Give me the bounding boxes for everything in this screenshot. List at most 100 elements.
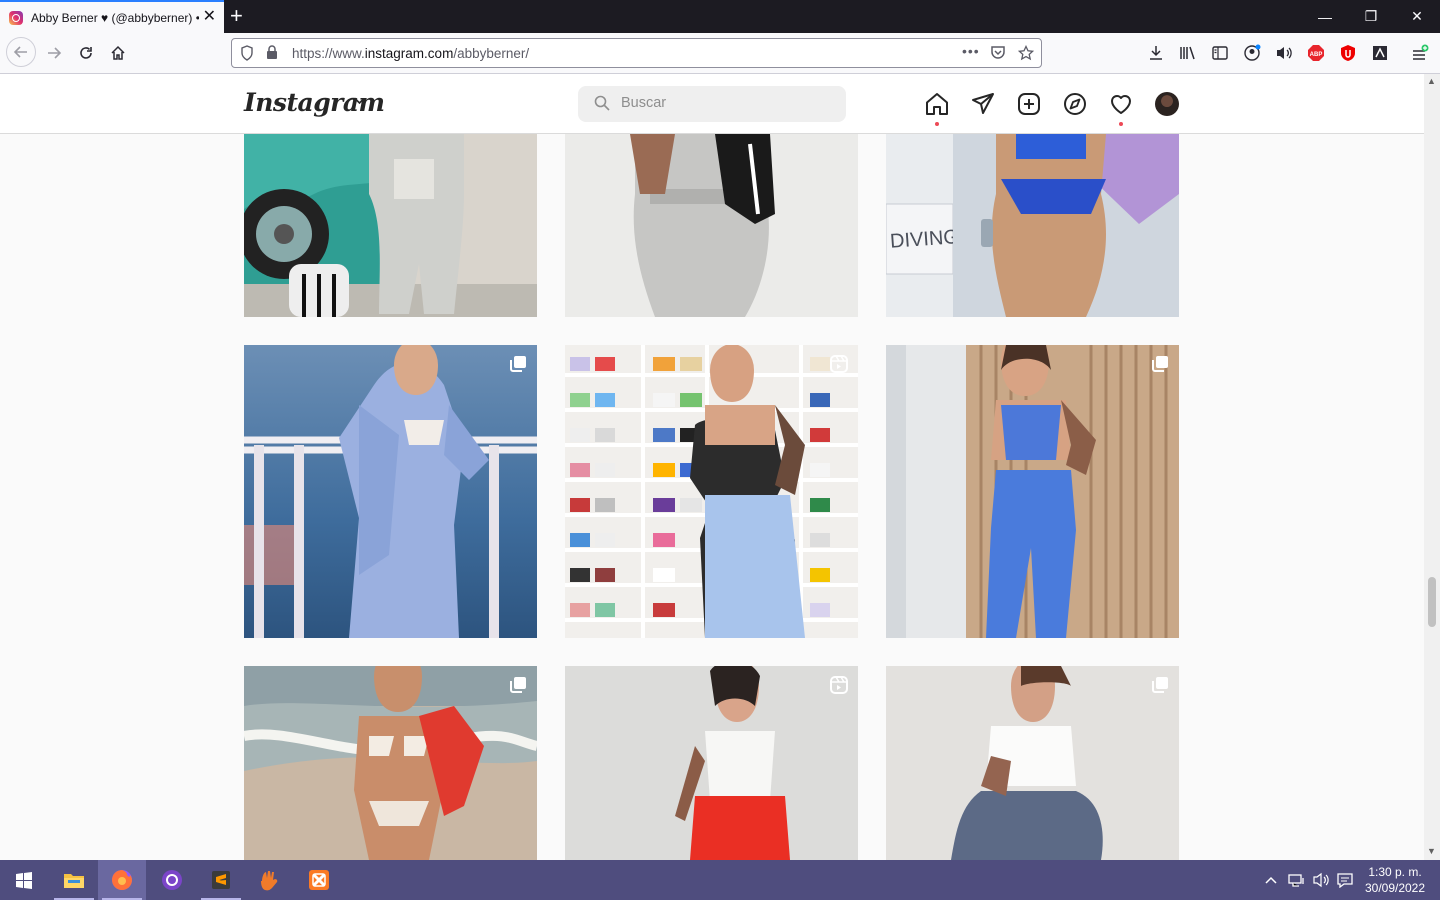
profile-avatar[interactable] xyxy=(1155,92,1179,116)
active-tab[interactable]: Abby Berner ♥ (@abbyberner) • Fotos y vi… xyxy=(0,0,224,33)
home-button[interactable] xyxy=(104,39,132,67)
post-image xyxy=(565,345,858,638)
search-icon xyxy=(594,95,610,111)
arrow-right-icon xyxy=(48,47,62,59)
adblock-plus-icon[interactable]: ABP xyxy=(1304,41,1328,65)
post-thumbnail[interactable] xyxy=(244,666,537,860)
taskbar-sublime-text[interactable] xyxy=(197,860,245,900)
clock-date: 30/09/2022 xyxy=(1364,881,1426,895)
notification-dot xyxy=(935,122,939,126)
instagram-favicon-icon xyxy=(9,10,23,25)
back-button[interactable] xyxy=(6,37,36,67)
reel-icon xyxy=(830,355,848,373)
tracking-shield-icon[interactable] xyxy=(240,45,254,64)
sublime-text-icon xyxy=(212,871,230,889)
nav-new-post[interactable] xyxy=(1016,91,1042,117)
library-icon[interactable] xyxy=(1176,41,1200,65)
lock-icon[interactable] xyxy=(266,45,278,63)
nav-direct[interactable] xyxy=(970,91,996,117)
post-thumbnail[interactable] xyxy=(565,134,858,317)
direct-message-icon xyxy=(972,93,994,114)
pocket-icon[interactable] xyxy=(990,45,1006,63)
network-icon[interactable] xyxy=(1288,860,1306,900)
post-thumbnail[interactable] xyxy=(244,345,537,638)
search-box[interactable] xyxy=(578,86,846,122)
post-thumbnail[interactable] xyxy=(244,134,537,317)
post-thumbnail[interactable]: DIVING xyxy=(886,134,1179,317)
nav-explore[interactable] xyxy=(1062,91,1088,117)
post-thumbnail[interactable] xyxy=(565,666,858,860)
page-scrollbar[interactable]: ▲ ▼ xyxy=(1424,74,1440,860)
tray-overflow-icon[interactable] xyxy=(1264,860,1278,900)
post-image xyxy=(244,134,537,317)
taskbar-file-explorer[interactable] xyxy=(50,860,98,900)
taskbar-xampp[interactable] xyxy=(295,860,343,900)
heart-icon xyxy=(1111,95,1131,114)
browser-tab-strip: Abby Berner ♥ (@abbyberner) • Fotos y vi… xyxy=(0,0,1440,33)
reel-icon xyxy=(830,676,848,694)
chevron-down-icon[interactable] xyxy=(354,94,365,108)
instagram-header: Instagram xyxy=(0,74,1424,134)
folder-icon xyxy=(64,874,84,888)
notification-dot xyxy=(1119,122,1123,126)
carousel-icon xyxy=(1152,356,1168,372)
bookmark-star-icon[interactable] xyxy=(1017,44,1035,64)
minimize-button[interactable]: — xyxy=(1302,0,1348,33)
system-clock[interactable]: 1:30 p. m. 30/09/2022 xyxy=(1364,864,1426,896)
nav-activity[interactable] xyxy=(1108,91,1134,126)
start-button[interactable] xyxy=(0,860,48,900)
page-actions-button[interactable]: ••• xyxy=(962,43,980,59)
profile-posts-grid: DIVING xyxy=(0,134,1424,860)
post-image: DIVING xyxy=(886,134,1179,317)
post-thumbnail[interactable] xyxy=(565,345,858,638)
account-icon[interactable] xyxy=(1240,41,1264,65)
post-thumbnail[interactable] xyxy=(886,666,1179,860)
post-image xyxy=(886,345,1179,638)
firefox-icon xyxy=(112,870,132,890)
volume-icon[interactable] xyxy=(1312,860,1330,900)
restore-button[interactable]: ❐ xyxy=(1348,0,1394,33)
tab-title: Abby Berner ♥ (@abbyberner) • Fotos y vi… xyxy=(31,10,199,25)
post-image xyxy=(244,345,537,638)
windows-taskbar: 1:30 p. m. 30/09/2022 xyxy=(0,860,1440,900)
forward-button[interactable] xyxy=(40,39,68,67)
taskbar-github-desktop[interactable] xyxy=(148,860,196,900)
tab-close-icon[interactable]: ✕ xyxy=(203,9,216,25)
explore-icon xyxy=(1064,93,1086,115)
windows-logo-icon xyxy=(16,872,32,889)
taskbar-cactus-app[interactable] xyxy=(245,860,293,900)
reload-icon xyxy=(80,47,92,59)
home-icon xyxy=(926,93,948,115)
nav-home[interactable] xyxy=(924,91,950,126)
speaker-icon[interactable] xyxy=(1272,41,1296,65)
clock-time: 1:30 p. m. xyxy=(1368,865,1422,879)
post-image xyxy=(565,666,858,860)
url-bar[interactable]: https://www.instagram.com/abbyberner/ ••… xyxy=(231,38,1042,68)
app-menu-icon[interactable] xyxy=(1408,41,1432,65)
downloads-icon[interactable] xyxy=(1144,41,1168,65)
notifications-icon[interactable] xyxy=(1336,860,1354,900)
reload-button[interactable] xyxy=(72,39,100,67)
home-icon xyxy=(111,45,125,60)
post-image xyxy=(886,666,1179,860)
glove-icon xyxy=(261,871,278,891)
post-thumbnail[interactable] xyxy=(886,345,1179,638)
xampp-icon xyxy=(309,870,329,890)
sidebar-icon[interactable] xyxy=(1208,41,1232,65)
new-tab-button[interactable]: + xyxy=(230,3,243,29)
carousel-icon xyxy=(510,356,526,372)
scroll-down-icon[interactable]: ▼ xyxy=(1427,846,1436,856)
ublock-origin-icon[interactable] xyxy=(1336,41,1360,65)
url-text[interactable]: https://www.instagram.com/abbyberner/ xyxy=(292,46,529,61)
taskbar-firefox[interactable] xyxy=(98,860,146,900)
post-image xyxy=(565,134,858,317)
search-input[interactable] xyxy=(621,95,831,111)
carousel-icon xyxy=(1152,677,1168,693)
new-post-icon xyxy=(1018,93,1040,115)
extension-icon[interactable] xyxy=(1368,41,1392,65)
scrollbar-thumb[interactable] xyxy=(1428,577,1436,627)
close-window-button[interactable]: ✕ xyxy=(1394,0,1440,33)
post-image xyxy=(244,666,537,860)
scroll-up-icon[interactable]: ▲ xyxy=(1427,76,1436,86)
browser-toolbar: https://www.instagram.com/abbyberner/ ••… xyxy=(0,33,1440,74)
